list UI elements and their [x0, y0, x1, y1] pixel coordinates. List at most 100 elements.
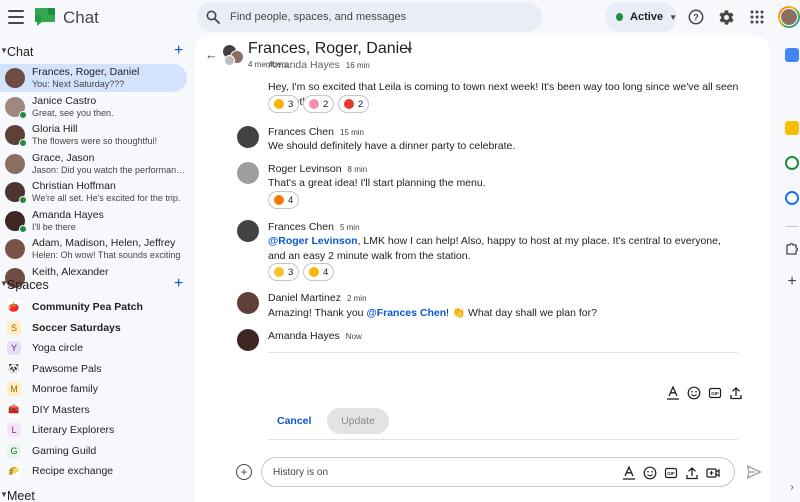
keep-notes-icon[interactable] — [785, 121, 799, 135]
compose-box[interactable]: GIF — [261, 457, 735, 487]
sender-avatar[interactable] — [237, 162, 259, 184]
party-face-emoji-icon — [309, 267, 319, 277]
rail-divider — [786, 226, 798, 227]
chat-list-item[interactable]: Adam, Madison, Helen, Jeffrey Helen: Oh w… — [0, 235, 187, 263]
fire-emoji-icon — [274, 195, 284, 205]
text-format-icon[interactable] — [665, 385, 681, 401]
sender-avatar[interactable] — [237, 220, 259, 242]
gif-icon[interactable]: GIF — [707, 385, 723, 401]
reaction-chip[interactable]: 3 — [268, 263, 300, 281]
edit-toolbar: GIF — [665, 385, 749, 401]
chat-snippet: You: Next Saturday??? — [32, 79, 125, 89]
text-format-icon[interactable] — [621, 465, 637, 481]
message-sender: Daniel Martinez 2 min — [268, 292, 367, 304]
reaction-chip[interactable]: 4 — [303, 263, 335, 281]
mention-link[interactable]: @Roger Levinson — [268, 235, 358, 247]
upload-icon[interactable] — [728, 385, 744, 401]
chat-section-header[interactable]: ▼ Chat + — [0, 42, 190, 63]
mention-link[interactable]: @Frances Chen — [366, 307, 446, 319]
new-chat-plus-icon[interactable]: + — [174, 42, 183, 60]
chat-list-item[interactable]: Janice Castro Great, see you then. — [0, 93, 187, 121]
space-icon: 🍅 — [7, 300, 21, 314]
sender-avatar[interactable] — [237, 329, 259, 351]
send-icon[interactable] — [746, 464, 762, 480]
calendar-icon[interactable] — [785, 48, 799, 62]
sender-avatar[interactable] — [237, 126, 259, 148]
chat-name: Grace, Jason — [32, 151, 95, 164]
chat-avatar — [5, 125, 27, 147]
reaction-chip[interactable]: 2 — [338, 95, 370, 113]
emoji-icon[interactable] — [686, 385, 702, 401]
meet-section-header[interactable]: ▼ Meet — [0, 487, 190, 502]
chat-avatar — [5, 68, 25, 88]
chat-list-item[interactable]: Grace, Jason Jason: Did you watch the per… — [0, 150, 187, 178]
conversation-panel: ← Frances, Roger, Daniel ▼ 4 members Ama… — [195, 36, 770, 502]
unicorn-emoji-icon — [309, 99, 319, 109]
space-list-item[interactable]: Y Yoga circle — [0, 338, 187, 358]
message-input[interactable] — [273, 466, 593, 478]
chat-list-item[interactable]: Frances, Roger, Daniel You: Next Saturday… — [0, 64, 187, 92]
video-meeting-icon[interactable] — [705, 465, 721, 481]
update-button[interactable]: Update — [327, 408, 389, 434]
chat-snippet: Helen: Oh wow! That sounds exciting … — [32, 250, 184, 260]
add-plus-icon[interactable]: + — [236, 464, 252, 480]
chevron-down-icon[interactable]: ▼ — [405, 45, 414, 55]
space-list-item[interactable]: G Gaming Guild — [0, 441, 187, 461]
conversation-title[interactable]: Frances, Roger, Daniel — [248, 40, 412, 58]
emoji-icon[interactable] — [642, 465, 658, 481]
chat-name: Frances, Roger, Daniel — [32, 66, 140, 78]
space-list-item[interactable]: M Monroe family — [0, 379, 187, 399]
space-list-item[interactable]: 🧰 DIY Masters — [0, 400, 187, 420]
sender-avatar[interactable] — [237, 292, 259, 314]
star-emoji-icon — [274, 267, 284, 277]
chat-name: Gloria Hill — [32, 123, 78, 135]
chat-name: Amanda Hayes — [32, 208, 104, 221]
reaction-chip[interactable]: 2 — [303, 95, 335, 113]
space-icon: M — [7, 382, 21, 396]
get-add-ons-plus-icon[interactable]: + — [785, 274, 799, 290]
chat-avatar — [5, 210, 27, 233]
space-icon: G — [7, 443, 21, 458]
space-list-item[interactable]: 🌮 Recipe exchange — [0, 461, 187, 481]
chat-section-label: Chat — [7, 45, 34, 59]
help-icon[interactable]: ? — [687, 8, 705, 26]
status-label: Active — [630, 11, 664, 23]
space-name: DIY Masters — [32, 403, 90, 416]
space-icon: 🧰 — [7, 402, 21, 417]
space-list-item[interactable]: 🍅 Community Pea Patch — [0, 297, 187, 317]
space-icon: 🌮 — [7, 464, 21, 478]
chat-list-item[interactable]: Amanda Hayes I'll be there — [0, 207, 187, 235]
main-menu-icon[interactable] — [8, 10, 24, 24]
add-ons-puzzle-icon[interactable] — [785, 241, 799, 255]
search-input[interactable] — [230, 11, 530, 23]
reaction-chip[interactable]: 4 — [268, 191, 300, 209]
settings-gear-icon[interactable] — [717, 8, 735, 26]
new-space-plus-icon[interactable]: + — [174, 275, 183, 293]
tasks-icon[interactable] — [785, 191, 799, 205]
space-icon: S — [7, 320, 21, 335]
space-list-item[interactable]: 🐼 Pawsome Pals — [0, 359, 187, 379]
chat-name: Adam, Madison, Helen, Jeffrey — [32, 237, 176, 249]
chat-list-item[interactable]: Christian Hoffman We're all set. He's exc… — [0, 178, 187, 206]
spaces-section-header[interactable]: ▼ Spaces + — [0, 275, 190, 296]
chevron-right-icon[interactable]: › — [785, 482, 799, 496]
sidebar: ▼ Chat + Frances, Roger, Daniel You: Next… — [0, 36, 190, 502]
search-icon[interactable] — [206, 10, 220, 24]
space-list-item[interactable]: S Soccer Saturdays — [0, 318, 187, 338]
account-avatar[interactable] — [778, 6, 800, 28]
upload-icon[interactable] — [684, 465, 700, 481]
smiling-hearts-emoji-icon — [274, 99, 284, 109]
spaces-section-label: Spaces — [7, 278, 49, 292]
group-avatar[interactable] — [222, 44, 244, 66]
apps-grid-icon[interactable] — [748, 8, 766, 26]
gif-icon[interactable]: GIF — [663, 465, 679, 481]
reaction-chip[interactable]: 3 — [268, 95, 300, 113]
cancel-button[interactable]: Cancel — [268, 409, 320, 433]
back-arrow-icon[interactable]: ← — [205, 47, 218, 62]
phone-icon[interactable] — [785, 156, 799, 170]
space-list-item[interactable]: L Literary Explorers — [0, 420, 187, 440]
chat-list-item[interactable]: Gloria Hill The flowers were so thoughtfu… — [0, 121, 187, 149]
online-status-dot — [19, 196, 27, 204]
search-bar[interactable] — [197, 2, 542, 32]
status-dropdown[interactable]: Active ▼ — [605, 2, 677, 32]
